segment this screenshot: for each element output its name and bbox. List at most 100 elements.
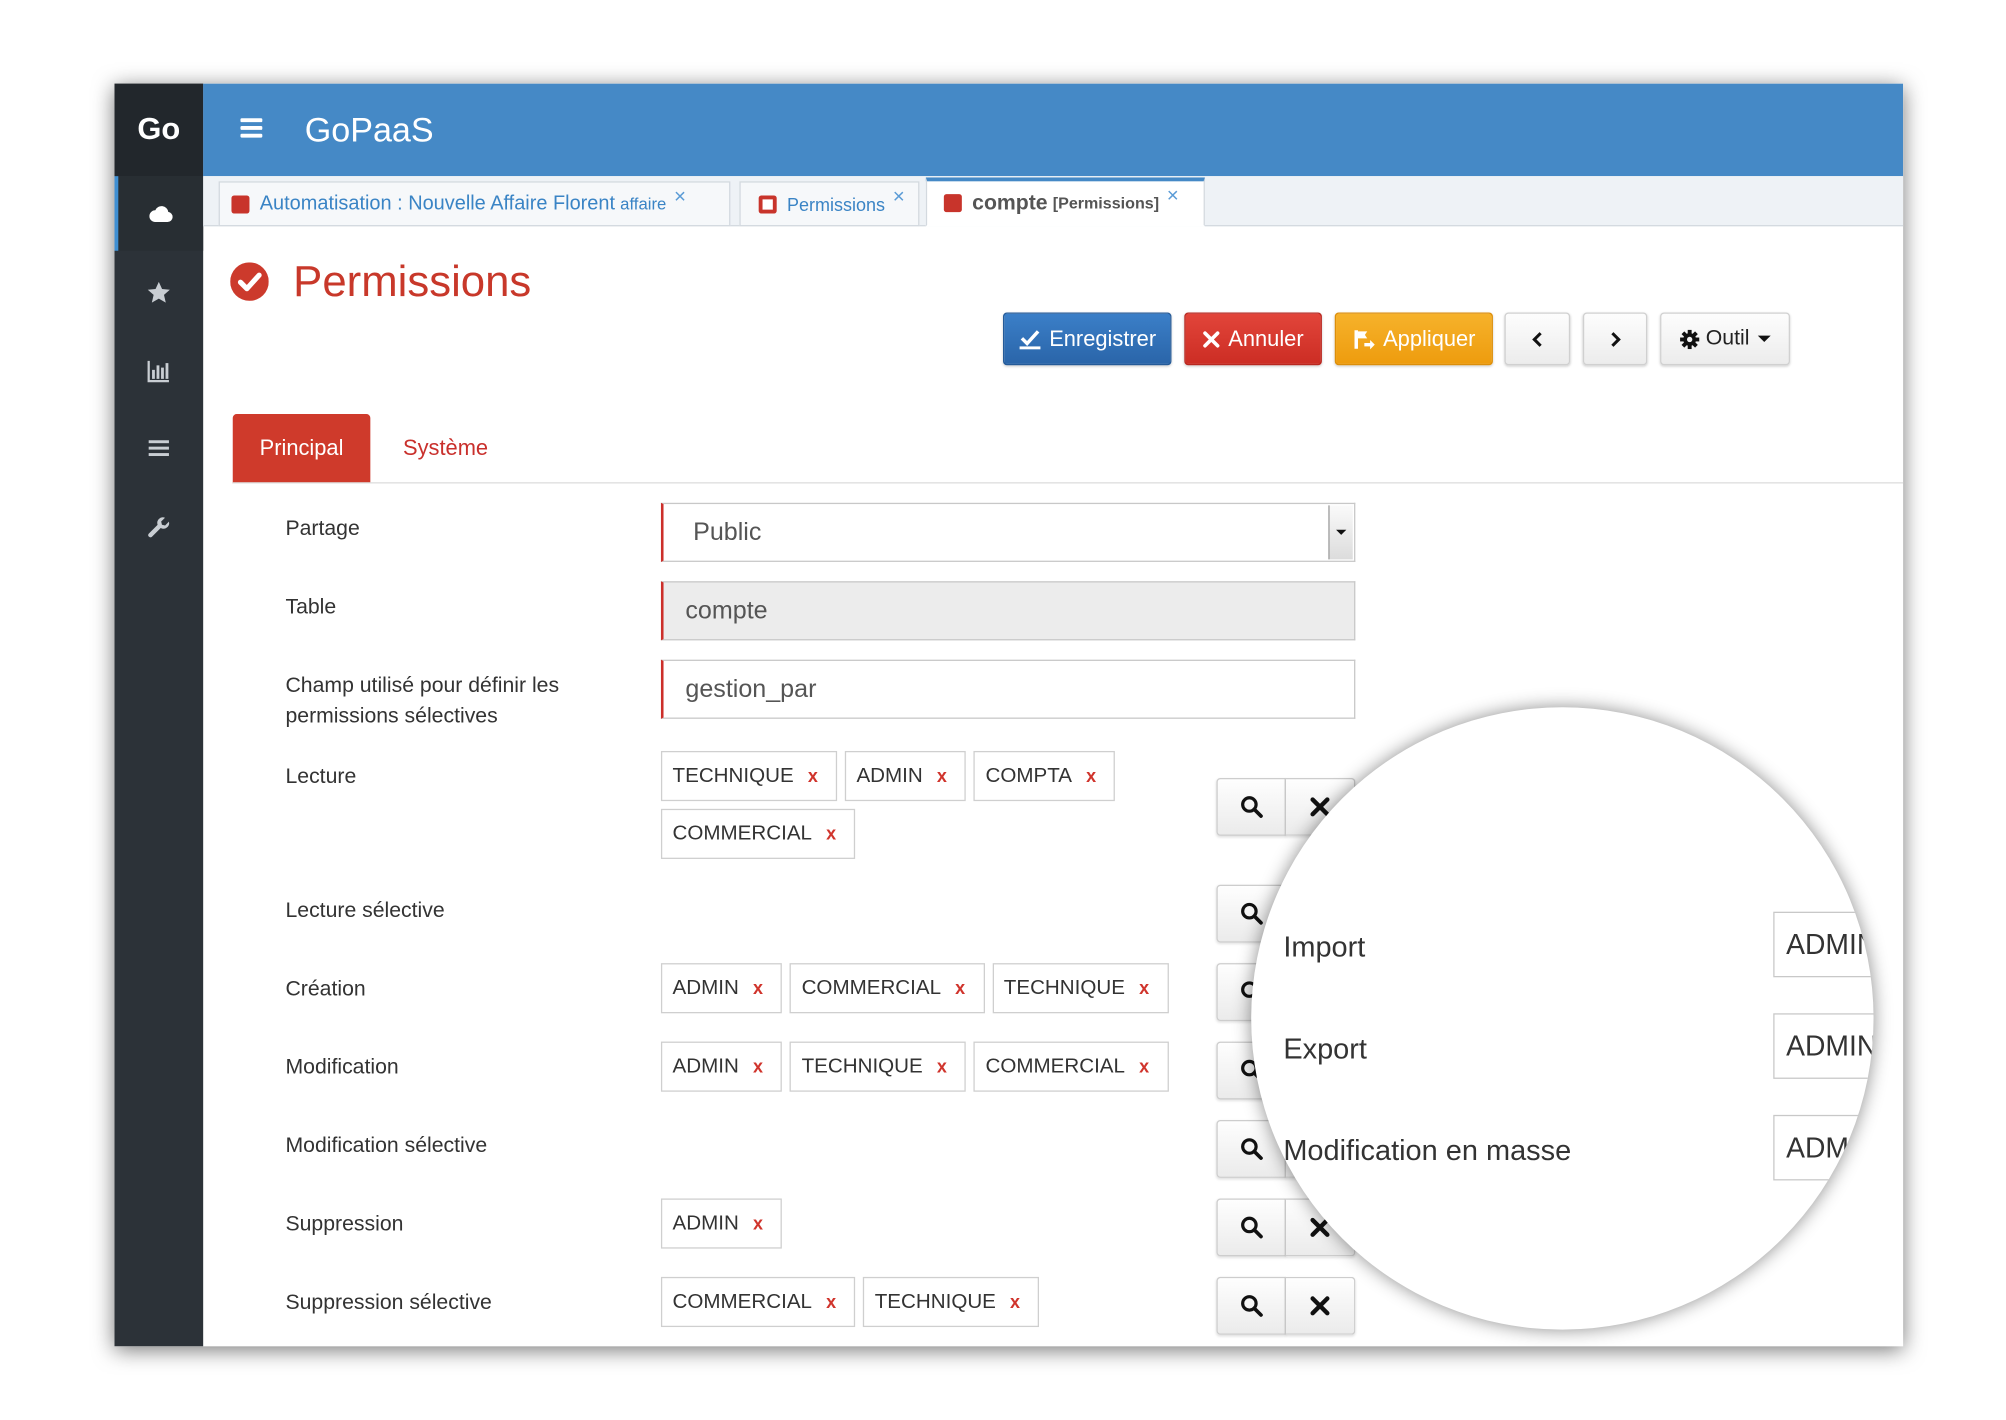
create-tags: ADMIN x COMMERCIAL x TECHNIQUE x [660, 963, 1201, 1014]
remove-tag-button[interactable]: x [826, 823, 836, 844]
remove-tag-button[interactable]: x [753, 1056, 763, 1077]
sharing-label: Partage [285, 516, 360, 541]
remove-tag-button[interactable]: x [1010, 1291, 1020, 1312]
permission-tag: TECHNIQUE x [660, 750, 838, 802]
remove-tag-button[interactable]: x [808, 765, 818, 786]
tag-label: TECHNIQUE [801, 1055, 923, 1078]
tab-systeme[interactable]: Système [386, 414, 506, 483]
next-record-button[interactable] [1582, 312, 1648, 366]
sidebar-item-tools[interactable] [114, 490, 203, 565]
tag-label: COMPTA [985, 765, 1072, 787]
table-field: compte [660, 581, 1356, 641]
app-logo[interactable]: Go [114, 83, 204, 177]
wrench-icon [148, 516, 170, 537]
selective-field-input[interactable]: gestion_par [660, 659, 1356, 719]
search-button[interactable] [1216, 777, 1286, 836]
permission-tag: COMMERCIAL x [790, 963, 985, 1014]
window-tab-permissions[interactable]: Permissions × [739, 181, 920, 227]
caret-down-icon [1758, 335, 1772, 343]
dropdown-arrow-icon[interactable] [1328, 505, 1353, 560]
cloud-icon [148, 205, 172, 222]
export-field[interactable]: ADMIN [1773, 1013, 1874, 1079]
hamburger-menu-icon[interactable] [240, 118, 263, 139]
import-field[interactable]: ADMIN [1773, 911, 1874, 978]
permission-tag: TECHNIQUE x [992, 963, 1169, 1014]
window-tab-label: Automatisation : Nouvelle Affaire Floren… [259, 192, 616, 215]
clear-button[interactable] [1285, 1276, 1356, 1335]
permission-tag: COMMERCIAL x [660, 808, 856, 859]
search-icon [1240, 1138, 1263, 1160]
tag-label: COMMERCIAL [985, 1055, 1125, 1078]
page-title: Permissions [293, 257, 532, 307]
save-check-icon [1019, 329, 1041, 349]
tag-label: TECHNIQUE [874, 1291, 996, 1313]
tag-label: TECHNIQUE [1003, 977, 1125, 1000]
remove-tag-button[interactable]: x [1139, 977, 1149, 998]
permission-tag: ADMIN x [844, 750, 967, 802]
window-tab-compte[interactable]: compte [Permissions] × [925, 177, 1205, 227]
close-icon [1203, 330, 1220, 347]
save-button[interactable]: Enregistrer [1003, 312, 1172, 366]
magnifier-lens: Import ADMIN Export ADMIN Modification e… [1251, 707, 1874, 1330]
sidebar-item-list[interactable] [114, 410, 203, 485]
remove-tag-button[interactable]: x [826, 1291, 836, 1312]
bulk-update-label: Modification en masse [1283, 1134, 1572, 1167]
window-tab-bar: Automatisation : Nouvelle Affaire Floren… [203, 176, 1904, 227]
permission-tag: COMPTA x [973, 750, 1116, 802]
permission-tag: ADMIN x [660, 1198, 783, 1249]
list-icon [148, 439, 169, 456]
apply-button[interactable]: Appliquer [1334, 312, 1493, 366]
tab-principal[interactable]: Principal [232, 414, 371, 484]
bulk-update-field[interactable]: ADMIN [1773, 1114, 1874, 1181]
remove-tag-button[interactable]: x [955, 977, 965, 998]
top-header: GoPaaS [203, 83, 1904, 177]
window-tab-sublabel: affaire [620, 194, 667, 214]
chevron-right-icon [1611, 331, 1621, 347]
apply-flag-icon [1353, 329, 1375, 349]
screenshot-canvas: Go GoPaaS Automatisation : Nouvelle Affa… [0, 0, 2006, 1420]
remove-tag-button[interactable]: x [753, 1213, 763, 1234]
permission-tag: TECHNIQUE x [863, 1276, 1040, 1328]
close-tab-icon[interactable]: × [1167, 185, 1179, 208]
close-tab-icon[interactable]: × [893, 186, 905, 209]
tag-label: ADMIN [672, 1055, 739, 1078]
outline-square-icon [758, 194, 777, 213]
tools-button-label: Outil [1705, 326, 1750, 350]
cancel-button[interactable]: Annuler [1184, 312, 1322, 366]
close-tab-icon[interactable]: × [674, 186, 686, 209]
sharing-select-value: Public [693, 518, 762, 547]
remove-tag-button[interactable]: x [937, 765, 947, 786]
selective-delete-actions [1216, 1276, 1356, 1335]
table-label: Table [285, 595, 337, 619]
export-label: Export [1283, 1032, 1367, 1065]
previous-record-button[interactable] [1504, 312, 1571, 366]
remove-tag-button[interactable]: x [753, 977, 763, 998]
star-icon [147, 281, 170, 303]
create-label: Création [285, 977, 366, 1001]
tab-divider [232, 482, 1904, 484]
save-button-label: Enregistrer [1049, 325, 1157, 351]
remove-tag-button[interactable]: x [1086, 765, 1096, 786]
chevron-left-icon [1531, 331, 1542, 347]
remove-tag-button[interactable]: x [1139, 1056, 1149, 1077]
selective-field-label: Champ utilisé pour définir les permissio… [285, 673, 560, 728]
sharing-select[interactable]: Public [660, 502, 1356, 562]
tools-dropdown-button[interactable]: Outil [1660, 312, 1790, 366]
remove-tag-button[interactable]: x [937, 1056, 947, 1077]
search-button[interactable] [1216, 1198, 1286, 1257]
tag-label: COMMERCIAL [801, 977, 942, 1000]
window-tab-automatisation[interactable]: Automatisation : Nouvelle Affaire Floren… [218, 181, 731, 227]
apply-button-label: Appliquer [1383, 325, 1476, 351]
sidebar-item-charts[interactable] [114, 333, 203, 408]
sidebar-item-favorites[interactable] [114, 255, 203, 330]
sidebar: Go [114, 83, 204, 1347]
selective-read-label: Lecture sélective [285, 898, 445, 922]
app-title[interactable]: GoPaaS [305, 84, 434, 177]
search-icon [1240, 796, 1263, 818]
selective-delete-tags: COMMERCIAL x TECHNIQUE x [660, 1276, 1201, 1328]
search-button[interactable] [1216, 1276, 1286, 1335]
tag-label: TECHNIQUE [672, 765, 794, 787]
sidebar-item-cloud[interactable] [114, 176, 204, 251]
delete-label: Suppression [285, 1212, 404, 1236]
cancel-button-label: Annuler [1228, 325, 1304, 351]
